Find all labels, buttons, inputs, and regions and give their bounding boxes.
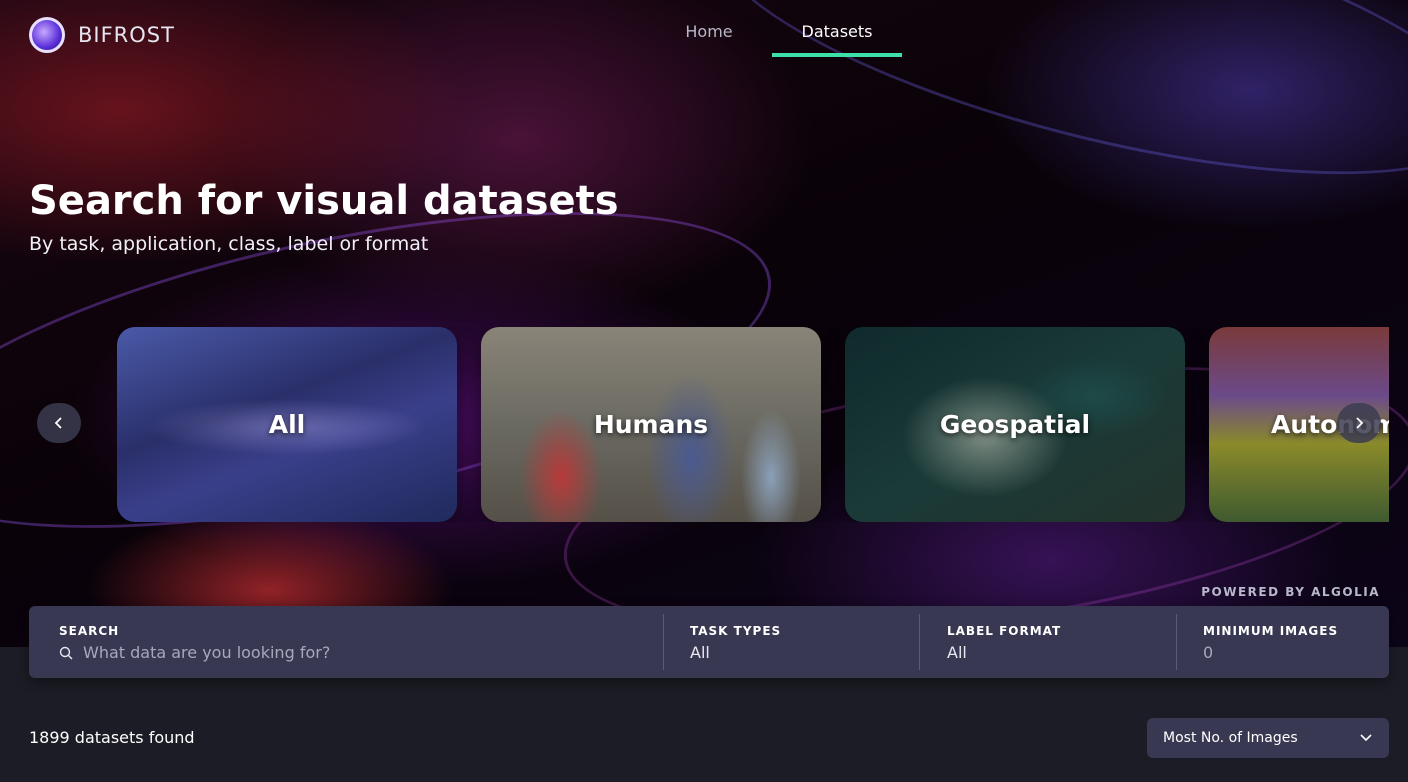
chevron-left-icon (54, 417, 62, 429)
chevron-right-icon (1356, 417, 1364, 429)
label-format-value: All (947, 643, 967, 662)
category-card-label: All (268, 410, 306, 439)
search-filter-bar: SEARCH What data are you looking for? TA… (29, 606, 1389, 678)
search-icon (59, 646, 73, 660)
hero-banner: BIFROST Home Datasets Search for visual … (0, 0, 1408, 647)
nav-home[interactable]: Home (672, 22, 746, 57)
search-input[interactable]: What data are you looking for? (83, 643, 330, 662)
category-card-label: Humans (593, 410, 709, 439)
category-card-humans[interactable]: Humans (481, 327, 821, 522)
category-card-geospatial[interactable]: Geospatial (845, 327, 1185, 522)
divider (919, 614, 920, 670)
search-field[interactable]: SEARCH What data are you looking for? (59, 606, 659, 678)
carousel-next-button[interactable] (1337, 403, 1381, 443)
logo-text: BIFROST (78, 23, 175, 47)
carousel-prev-button[interactable] (37, 403, 81, 443)
task-types-value: All (690, 643, 710, 662)
sort-selected-value: Most No. of Images (1163, 730, 1298, 746)
page-subtitle: By task, application, class, label or fo… (29, 233, 429, 255)
category-card-label: Geospatial (939, 410, 1091, 439)
minimum-images-value[interactable]: 0 (1203, 643, 1213, 662)
page-title: Search for visual datasets (29, 178, 619, 224)
search-label: SEARCH (59, 624, 120, 638)
category-carousel: All Humans Geospatial Autonomous (117, 327, 1389, 522)
results-count: 1899 datasets found (29, 728, 195, 747)
sort-dropdown[interactable]: Most No. of Images (1147, 718, 1389, 758)
logo[interactable]: BIFROST (29, 17, 175, 53)
label-format-label: LABEL FORMAT (947, 624, 1062, 638)
label-format-filter[interactable]: LABEL FORMAT All (947, 606, 1167, 678)
powered-by-algolia[interactable]: POWERED BY ALGOLIA (1160, 585, 1380, 599)
logo-icon (29, 17, 65, 53)
category-card-all[interactable]: All (117, 327, 457, 522)
top-nav: BIFROST Home Datasets (0, 0, 1408, 70)
chevron-down-icon (1360, 734, 1372, 742)
divider (663, 614, 664, 670)
nav-datasets[interactable]: Datasets (772, 22, 902, 57)
divider (1176, 614, 1177, 670)
task-types-label: TASK TYPES (690, 624, 782, 638)
minimum-images-label: MINIMUM IMAGES (1203, 624, 1339, 638)
task-types-filter[interactable]: TASK TYPES All (690, 606, 910, 678)
minimum-images-filter[interactable]: MINIMUM IMAGES 0 (1203, 606, 1383, 678)
